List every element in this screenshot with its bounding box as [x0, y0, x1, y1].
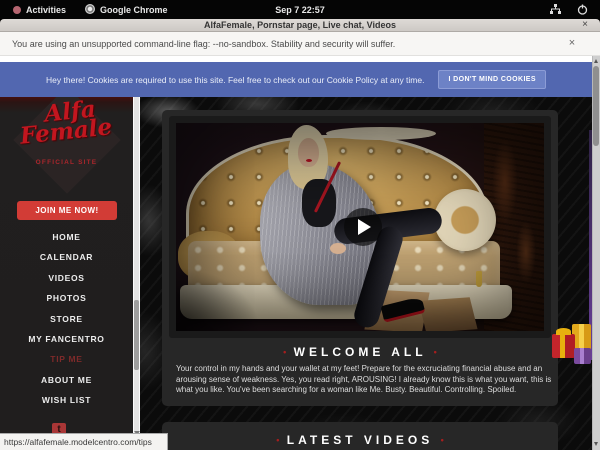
window-scrollbar-thumb[interactable] [593, 66, 599, 146]
gift-box-icon [574, 348, 591, 364]
welcome-panel: • WELCOME ALL • Your control in my hands… [162, 110, 558, 406]
play-button[interactable] [344, 208, 382, 246]
sidebar-menu: HOME CALENDAR VIDEOS PHOTOS STORE MY FAN… [0, 227, 133, 411]
official-site-tagline: OFFICIAL SITE [0, 159, 133, 166]
sidebar-item-my-fancentro[interactable]: MY FANCENTRO [0, 329, 133, 349]
window-title: AlfaFemale, Pornstar page, Live chat, Vi… [0, 19, 600, 32]
sidebar-scrollbar[interactable] [133, 97, 140, 450]
sidebar-item-tip-me[interactable]: TIP ME [0, 349, 133, 369]
heading-bullet-icon: • [441, 435, 444, 445]
power-icon[interactable] [577, 4, 588, 17]
window-title-bar: AlfaFemale, Pornstar page, Live chat, Vi… [0, 19, 600, 32]
sidebar-item-videos[interactable]: VIDEOS [0, 268, 133, 288]
sidebar-item-about-me[interactable]: ABOUT ME [0, 370, 133, 390]
web-page: Alfa Female OFFICIAL SITE JOIN ME NOW! H… [0, 97, 592, 450]
screen: Activities Google Chrome Sep 7 22:57 Alf… [0, 0, 600, 450]
video-player [169, 116, 551, 338]
sidebar-scrollbar-thumb[interactable] [134, 300, 139, 370]
window-close-icon[interactable]: × [578, 19, 592, 32]
cookie-banner: Hey there! Cookies are required to use t… [0, 62, 592, 97]
flag-warning-close-icon[interactable]: × [564, 36, 580, 52]
flag-warning-text: You are using an unsupported command-lin… [12, 32, 395, 56]
sidebar-item-home[interactable]: HOME [0, 227, 133, 247]
play-icon [358, 219, 371, 235]
gnome-top-bar: Activities Google Chrome Sep 7 22:57 [0, 0, 600, 19]
sidebar-item-calendar[interactable]: CALENDAR [0, 247, 133, 267]
clock[interactable]: Sep 7 22:57 [0, 5, 600, 15]
latest-videos-heading: • LATEST VIDEOS • [162, 433, 558, 447]
video-thumbnail[interactable] [176, 123, 544, 331]
heading-bullet-icon: • [434, 347, 437, 357]
sidebar-item-wish-list[interactable]: WISH LIST [0, 390, 133, 410]
status-url-bubble: https://alfafemale.modelcentro.com/tips [0, 433, 168, 450]
cookie-message: Hey there! Cookies are required to use t… [46, 75, 424, 85]
join-me-now-button[interactable]: JOIN ME NOW! [17, 201, 117, 220]
gift-bow-icon [556, 328, 571, 335]
scroll-up-icon[interactable] [594, 59, 598, 63]
main-content: • WELCOME ALL • Your control in my hands… [140, 97, 592, 450]
gift-box-icon [552, 334, 575, 358]
welcome-heading-text: WELCOME ALL [294, 345, 427, 359]
heading-bullet-icon: • [283, 347, 286, 357]
sidebar-item-store[interactable]: STORE [0, 309, 133, 329]
network-icon[interactable] [550, 4, 561, 17]
welcome-heading: • WELCOME ALL • [162, 345, 558, 359]
scroll-down-icon[interactable] [594, 442, 598, 446]
cookie-accept-button[interactable]: I DON'T MIND COOKIES [438, 70, 545, 89]
sidebar-item-photos[interactable]: PHOTOS [0, 288, 133, 308]
sidebar: Alfa Female OFFICIAL SITE JOIN ME NOW! H… [0, 97, 133, 450]
welcome-paragraph: Your control in my hands and your wallet… [176, 364, 552, 396]
latest-videos-panel: • LATEST VIDEOS • [162, 422, 558, 450]
gifts-widget-button[interactable] [548, 321, 592, 367]
heading-bullet-icon: • [276, 435, 279, 445]
flag-warning-bar: You are using an unsupported command-lin… [0, 32, 600, 56]
latest-videos-heading-text: LATEST VIDEOS [287, 433, 433, 447]
